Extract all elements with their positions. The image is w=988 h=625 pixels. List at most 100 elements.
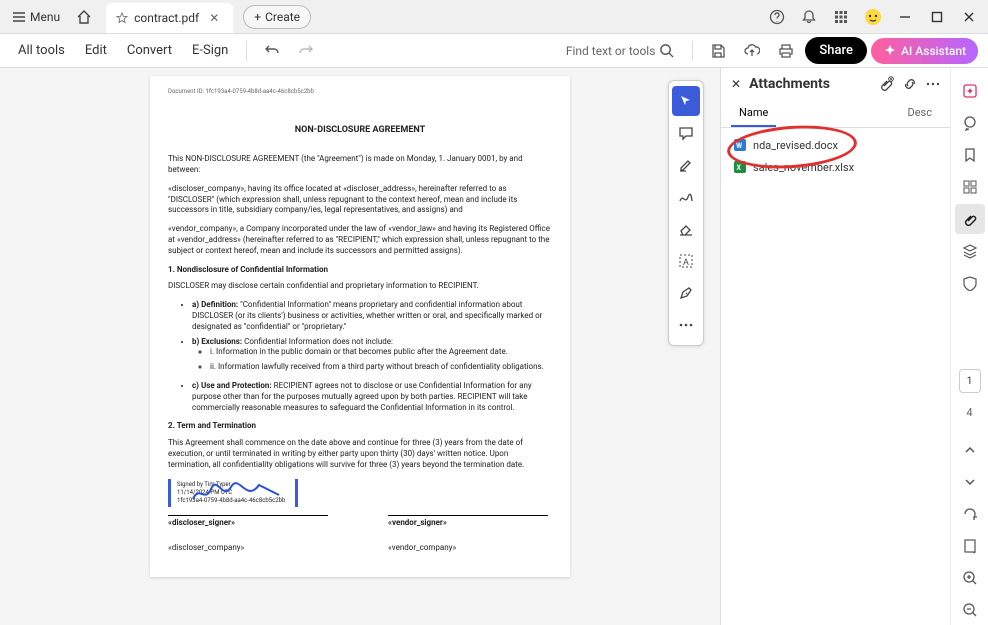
rail-comment-button[interactable] [955,108,985,138]
create-label: Create [265,10,300,24]
panel-more-button[interactable] [926,82,940,86]
page-down-button[interactable] [955,467,985,497]
bell-icon [801,9,817,25]
paperclip-plus-icon [878,76,894,92]
separator [692,41,693,61]
list-item: i. Information in the public domain or t… [210,347,552,358]
maximize-icon [931,11,943,23]
zoom-in-icon [962,570,978,586]
attachment-item[interactable]: W nda_revised.docx [731,134,940,156]
textbox-tool[interactable]: A [672,246,700,276]
rail-attachments-button[interactable] [955,204,985,234]
doc-paragraph: This NON-DISCLOSURE AGREEMENT (the "Agre… [168,154,552,176]
tab-description[interactable]: Desc [900,100,941,127]
rail-layers-button[interactable] [955,236,985,266]
edit-button[interactable]: Edit [77,39,115,62]
ai-assistant-button[interactable]: AI Assistant [871,38,978,64]
signature-scribble-icon [191,481,281,505]
page-up-button[interactable] [955,435,985,465]
rail-ai-button[interactable] [955,76,985,106]
redo-icon [298,43,314,59]
rail-bookmark-button[interactable] [955,140,985,170]
separator [246,41,247,61]
grid-icon [834,10,848,24]
close-panel-button[interactable]: ✕ [731,77,741,91]
page-display-button[interactable] [955,531,985,561]
rotate-button[interactable] [955,499,985,529]
help-button[interactable] [762,3,792,31]
tag-icon [962,275,978,291]
share-button[interactable]: Share [805,37,867,64]
attachment-item[interactable]: X sales_november.xlsx [731,156,940,178]
current-page-indicator[interactable]: 1 [959,369,981,393]
document-title: NON-DISCLOSURE AGREEMENT [168,124,552,136]
zoom-in-button[interactable] [955,563,985,593]
docx-icon: W [733,138,747,152]
section-heading: 1. Nondisclosure of Confidential Informa… [168,265,552,276]
minimize-button[interactable] [890,3,920,31]
pdf-page: Document ID: 1fc193a4-0759-4b8d-aa4c-46c… [150,76,570,577]
vendor-company-label: «vendor_company» [388,543,548,554]
doc-paragraph: «vendor_company», a Company incorporated… [168,224,552,256]
undo-button[interactable] [257,37,287,65]
document-viewport[interactable]: Document ID: 1fc193a4-0759-4b8d-aa4c-46c… [0,68,720,625]
home-button[interactable] [68,5,100,29]
draw-tool[interactable] [672,182,700,212]
select-tool[interactable] [672,86,700,116]
print-button[interactable] [771,37,801,65]
signature-block: Signed by Tim Typer 11/14/2024 PM UTC 1f… [168,479,298,507]
cloud-upload-button[interactable] [737,37,767,65]
ai-label: AI Assistant [901,44,966,58]
vendor-signer-slot: «vendor_signer» [388,515,548,529]
xlsx-icon: X [733,160,747,174]
comment-icon [678,125,694,141]
attachments-panel: ✕ Attachments Name Desc W nda_revised.do… [720,68,950,625]
save-button[interactable] [703,37,733,65]
menu-label: Menu [30,10,60,24]
sign-tool[interactable] [672,278,700,308]
highlight-tool[interactable] [672,150,700,180]
erase-tool[interactable] [672,214,700,244]
menu-button[interactable]: Menu [4,6,68,28]
company-row: «discloser_company» «vendor_company» [168,543,552,554]
tab-name[interactable]: Name [731,100,776,127]
document-tab[interactable]: contract.pdf ✕ [106,3,233,33]
zoom-out-button[interactable] [955,595,985,625]
account-avatar-icon [864,8,882,26]
chevron-up-icon [964,444,976,456]
redo-button[interactable] [291,37,321,65]
link-attachment-button[interactable] [902,76,918,92]
tab-close-button[interactable]: ✕ [205,11,223,25]
esign-button[interactable]: E-Sign [184,39,236,62]
notifications-button[interactable] [794,3,824,31]
section-heading: 2. Term and Termination [168,421,552,432]
print-icon [778,43,794,59]
help-icon [769,9,785,25]
attachment-filename: nda_revised.docx [753,139,838,152]
toolbar: All tools Edit Convert E-Sign Find text … [0,34,988,68]
close-icon [963,11,975,23]
doc-paragraph: «discloser_company», having its office l… [168,184,552,216]
star-icon [116,12,128,24]
freehand-icon [678,189,694,205]
tab-title: contract.pdf [134,11,199,25]
plus-icon: + [254,10,261,24]
add-attachment-button[interactable] [878,76,894,92]
all-tools-button[interactable]: All tools [10,39,73,62]
account-button[interactable] [858,3,888,31]
close-window-button[interactable] [954,3,984,31]
more-tools[interactable] [672,310,700,340]
find-tools-button[interactable]: Find text or tools [558,39,683,62]
rail-tags-button[interactable] [955,268,985,298]
link-plus-icon [902,76,918,92]
rail-thumbnails-button[interactable] [955,172,985,202]
comment-tool[interactable] [672,118,700,148]
create-button[interactable]: + Create [243,5,311,29]
convert-button[interactable]: Convert [119,39,180,62]
maximize-button[interactable] [922,3,952,31]
page-layout-icon [962,538,978,554]
search-icon [659,43,674,58]
main-area: Document ID: 1fc193a4-0759-4b8d-aa4c-46c… [0,68,988,625]
document-id: Document ID: 1fc193a4-0759-4b8d-aa4c-46c… [168,88,552,96]
apps-button[interactable] [826,3,856,31]
